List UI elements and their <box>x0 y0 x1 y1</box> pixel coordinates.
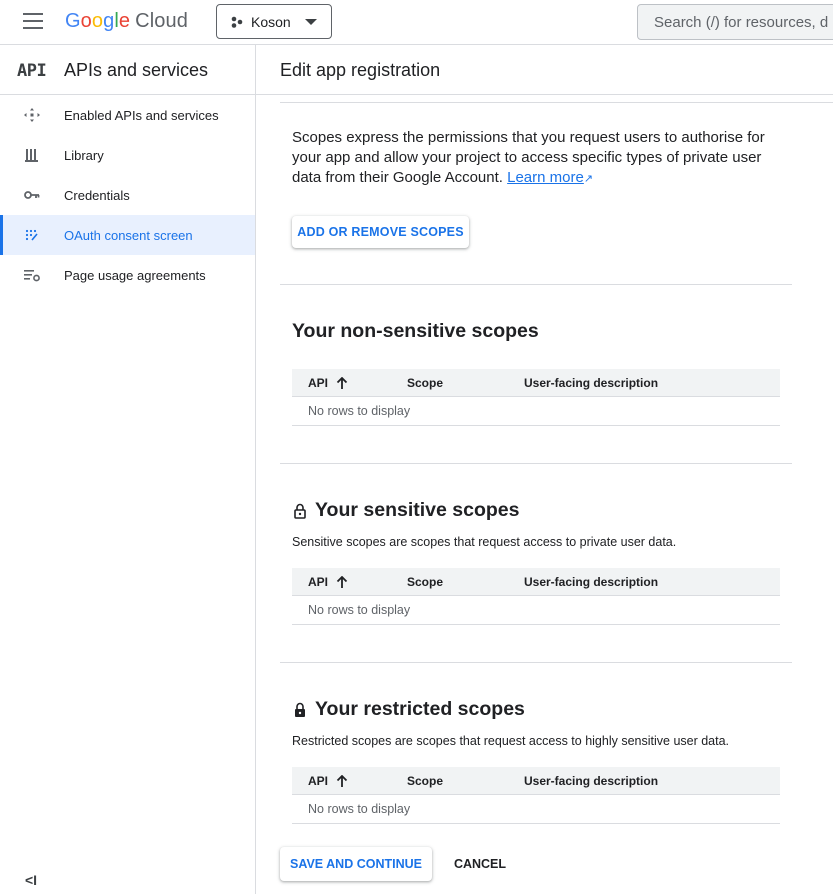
page-title: Edit app registration <box>280 60 441 80</box>
lock-closed-icon <box>295 702 305 717</box>
learn-more-link[interactable]: Learn more <box>507 169 584 186</box>
enabled-apis-icon <box>24 108 40 122</box>
table-header: API Scope User-facing description <box>292 568 780 596</box>
restricted-scopes-title: Your restricted scopes <box>292 698 525 721</box>
scopes-intro: Scopes express the permissions that you … <box>292 129 765 186</box>
settings-list-icon <box>24 270 40 282</box>
sidebar-item-enabled-apis[interactable]: Enabled APIs and services <box>0 95 255 135</box>
non-sensitive-scopes-title: Your non-sensitive scopes <box>292 320 539 342</box>
oauth-icon <box>25 229 38 241</box>
column-description: User-facing description <box>524 575 659 589</box>
non-sensitive-scopes-table: API Scope User-facing description No row… <box>292 369 780 426</box>
add-remove-scopes-button[interactable]: ADD OR REMOVE SCOPES <box>292 216 469 248</box>
chevron-down-icon <box>305 19 317 25</box>
sidebar-header: API APIs and services <box>0 45 255 95</box>
api-badge-icon: API <box>17 61 47 81</box>
column-description: User-facing description <box>524 774 659 788</box>
google-cloud-logo[interactable]: Google Cloud <box>65 10 188 33</box>
menu-icon[interactable] <box>23 13 43 29</box>
project-icon <box>231 16 243 28</box>
arrow-up-icon <box>336 575 348 588</box>
sidebar-item-oauth-consent[interactable]: OAuth consent screen <box>0 215 255 255</box>
main-header: Edit app registration <box>256 45 833 95</box>
sidebar-item-credentials[interactable]: Credentials <box>0 175 255 215</box>
top-bar: Google Cloud Koson <box>0 0 833 45</box>
column-api[interactable]: API <box>308 376 348 390</box>
arrow-up-icon <box>336 774 348 787</box>
restricted-scopes-description: Restricted scopes are scopes that reques… <box>292 734 730 748</box>
sidebar-item-page-usage[interactable]: Page usage agreements <box>0 255 255 295</box>
column-scope: Scope <box>407 575 444 589</box>
column-api[interactable]: API <box>308 774 348 788</box>
main-content: Edit app registration Scopes express the… <box>256 45 833 894</box>
table-row: No rows to display <box>292 397 780 426</box>
restricted-scopes-table: API Scope User-facing description No row… <box>292 767 780 824</box>
external-link-icon: ↗ <box>583 173 594 185</box>
column-description: User-facing description <box>524 376 659 390</box>
project-selector[interactable]: Koson <box>216 4 332 39</box>
sidebar: API APIs and services Enabled APIs and s… <box>0 45 256 894</box>
table-header: API Scope User-facing description <box>292 369 780 397</box>
arrow-up-icon <box>336 376 348 389</box>
sensitive-scopes-description: Sensitive scopes are scopes that request… <box>292 535 677 549</box>
sensitive-scopes-table: API Scope User-facing description No row… <box>292 568 780 625</box>
sensitive-scopes-title: Your sensitive scopes <box>292 499 519 522</box>
key-icon <box>24 191 40 199</box>
cancel-button[interactable]: CANCEL <box>448 847 512 881</box>
column-scope: Scope <box>407 376 444 390</box>
search-input[interactable] <box>637 4 833 40</box>
divider <box>280 662 792 663</box>
project-name: Koson <box>251 13 291 30</box>
lock-open-icon <box>294 503 306 519</box>
divider <box>280 463 792 464</box>
library-icon <box>25 149 38 162</box>
column-api[interactable]: API <box>308 575 348 589</box>
divider <box>280 284 792 285</box>
table-header: API Scope User-facing description <box>292 767 780 795</box>
sidebar-item-library[interactable]: Library <box>0 135 255 175</box>
divider <box>280 102 833 103</box>
collapse-sidebar-icon[interactable]: <I <box>25 872 37 888</box>
save-and-continue-button[interactable]: SAVE AND CONTINUE <box>280 847 432 881</box>
sidebar-title: APIs and services <box>64 60 209 80</box>
table-row: No rows to display <box>292 596 780 625</box>
column-scope: Scope <box>407 774 444 788</box>
table-row: No rows to display <box>292 795 780 824</box>
